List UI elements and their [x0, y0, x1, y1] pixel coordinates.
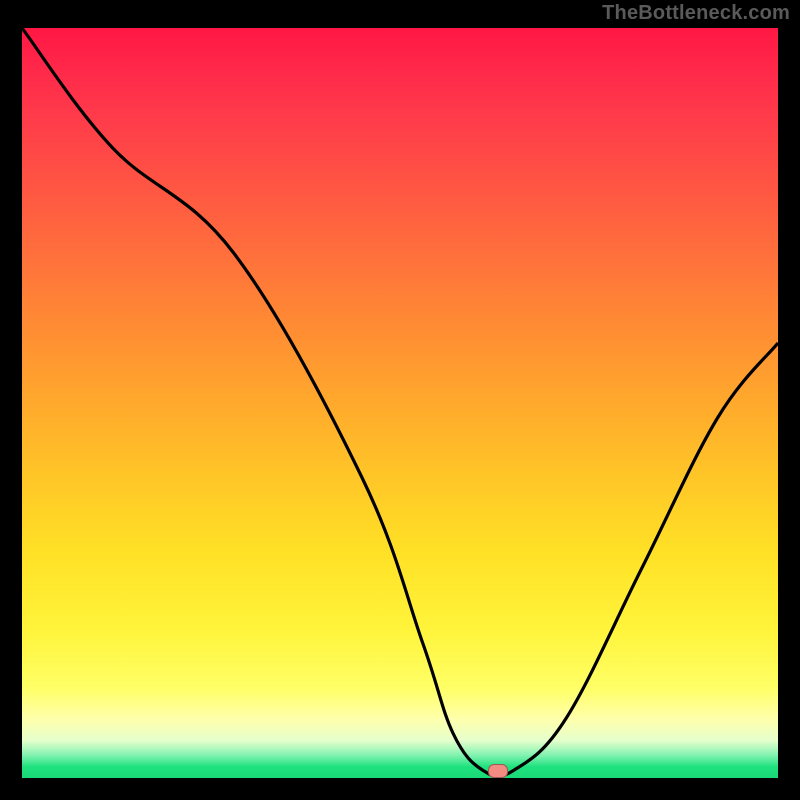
watermark-text: TheBottleneck.com	[602, 2, 790, 25]
plot-area	[22, 28, 778, 778]
bottleneck-curve	[22, 28, 778, 778]
chart-frame: TheBottleneck.com	[0, 0, 800, 800]
optimal-point-marker	[488, 764, 508, 778]
